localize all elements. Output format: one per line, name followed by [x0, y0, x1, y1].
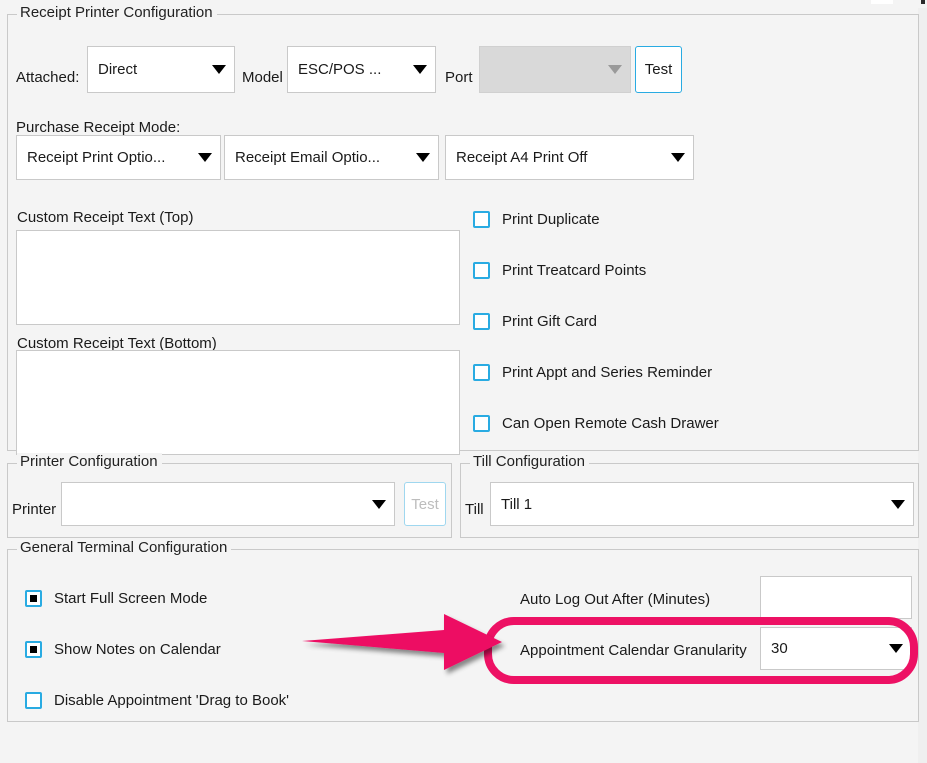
chevron-down-icon: [671, 153, 685, 162]
checkbox-label: Print Duplicate: [502, 211, 600, 228]
model-select[interactable]: ESC/POS ...: [287, 46, 436, 93]
printer-label: Printer: [12, 501, 57, 518]
receipt-printer-configuration-group: Receipt Printer Configuration Attached: …: [7, 4, 919, 455]
granularity-value: 30: [771, 640, 788, 657]
general-terminal-configuration-group: General Terminal Configuration Start Ful…: [7, 539, 919, 722]
attached-select[interactable]: Direct: [87, 46, 235, 93]
checkbox-start-full-screen-mode[interactable]: Start Full Screen Mode: [25, 590, 207, 607]
port-select: [479, 46, 631, 93]
receipt-a4-print-select[interactable]: Receipt A4 Print Off: [445, 135, 694, 180]
custom-receipt-bottom-label: Custom Receipt Text (Bottom): [17, 335, 217, 352]
checkbox-label: Print Gift Card: [502, 313, 598, 330]
general-terminal-legend: General Terminal Configuration: [17, 539, 232, 557]
auto-logout-label: Auto Log Out After (Minutes): [520, 591, 711, 608]
checkbox-box-icon: [473, 262, 490, 279]
custom-receipt-top-textarea[interactable]: [16, 230, 460, 325]
checkbox-box-icon: [25, 590, 42, 607]
top-edge-artifact: [871, 0, 893, 4]
receipt-print-option-select[interactable]: Receipt Print Optio...: [16, 135, 221, 180]
attached-label: Attached:: [16, 69, 80, 86]
printer-configuration-legend: Printer Configuration: [17, 453, 162, 471]
corner-artifact: [921, 0, 925, 4]
chevron-down-icon: [889, 644, 903, 653]
checkbox-label: Start Full Screen Mode: [54, 590, 208, 607]
right-edge-strip: [918, 8, 927, 763]
chevron-down-icon: [212, 65, 226, 74]
chevron-down-icon: [416, 153, 430, 162]
checkbox-can-open-remote-cash-drawer[interactable]: Can Open Remote Cash Drawer: [473, 415, 719, 432]
granularity-label: Appointment Calendar Granularity: [520, 642, 747, 659]
receipt-print-option-value: Receipt Print Optio...: [27, 149, 166, 166]
till-select[interactable]: Till 1: [490, 482, 914, 526]
checkbox-box-icon: [473, 313, 490, 330]
chevron-down-icon: [198, 153, 212, 162]
checkbox-disable-appointment-drag-to-book[interactable]: Disable Appointment 'Drag to Book': [25, 692, 289, 709]
printer-select[interactable]: [61, 482, 395, 526]
checkbox-show-notes-on-calendar[interactable]: Show Notes on Calendar: [25, 641, 221, 658]
receipt-printer-test-button[interactable]: Test: [635, 46, 682, 93]
printer-test-button: Test: [404, 482, 446, 526]
settings-page: Receipt Printer Configuration Attached: …: [0, 0, 927, 763]
chevron-down-icon: [891, 499, 905, 509]
checkbox-box-icon: [473, 364, 490, 381]
checkbox-box-icon: [473, 211, 490, 228]
printer-configuration-group: Printer Configuration Printer Test: [7, 453, 452, 538]
checkbox-box-icon: [25, 641, 42, 658]
model-value: ESC/POS ...: [298, 61, 382, 78]
till-value: Till 1: [501, 495, 533, 513]
checkbox-print-appt-and-series-reminder[interactable]: Print Appt and Series Reminder: [473, 364, 712, 381]
receipt-email-option-value: Receipt Email Optio...: [235, 149, 381, 166]
checkbox-print-duplicate[interactable]: Print Duplicate: [473, 211, 600, 228]
auto-logout-input[interactable]: [760, 576, 912, 619]
checkbox-label: Show Notes on Calendar: [54, 641, 221, 658]
model-label: Model: [242, 69, 283, 86]
attached-value: Direct: [98, 61, 138, 78]
checkbox-box-icon: [473, 415, 490, 432]
chevron-down-icon: [608, 65, 622, 74]
checkbox-label: Disable Appointment 'Drag to Book': [54, 692, 290, 709]
chevron-down-icon: [372, 499, 386, 509]
checkbox-print-gift-card[interactable]: Print Gift Card: [473, 313, 597, 330]
checkbox-box-icon: [25, 692, 42, 709]
receipt-a4-print-value: Receipt A4 Print Off: [456, 149, 588, 166]
checkbox-label: Print Treatcard Points: [502, 262, 647, 279]
till-label: Till: [465, 501, 484, 518]
custom-receipt-bottom-textarea[interactable]: [16, 350, 460, 455]
checkbox-label: Print Appt and Series Reminder: [502, 364, 713, 381]
till-configuration-group: Till Configuration Till Till 1: [460, 453, 919, 538]
granularity-select[interactable]: 30: [760, 627, 912, 670]
checkbox-print-treatcard-points[interactable]: Print Treatcard Points: [473, 262, 646, 279]
port-label: Port: [445, 69, 473, 86]
purchase-receipt-mode-label: Purchase Receipt Mode:: [16, 119, 181, 136]
till-configuration-legend: Till Configuration: [470, 453, 589, 471]
custom-receipt-top-label: Custom Receipt Text (Top): [17, 209, 194, 226]
checkbox-label: Can Open Remote Cash Drawer: [502, 415, 719, 432]
receipt-printer-legend: Receipt Printer Configuration: [17, 4, 217, 22]
chevron-down-icon: [413, 65, 427, 74]
receipt-email-option-select[interactable]: Receipt Email Optio...: [224, 135, 439, 180]
